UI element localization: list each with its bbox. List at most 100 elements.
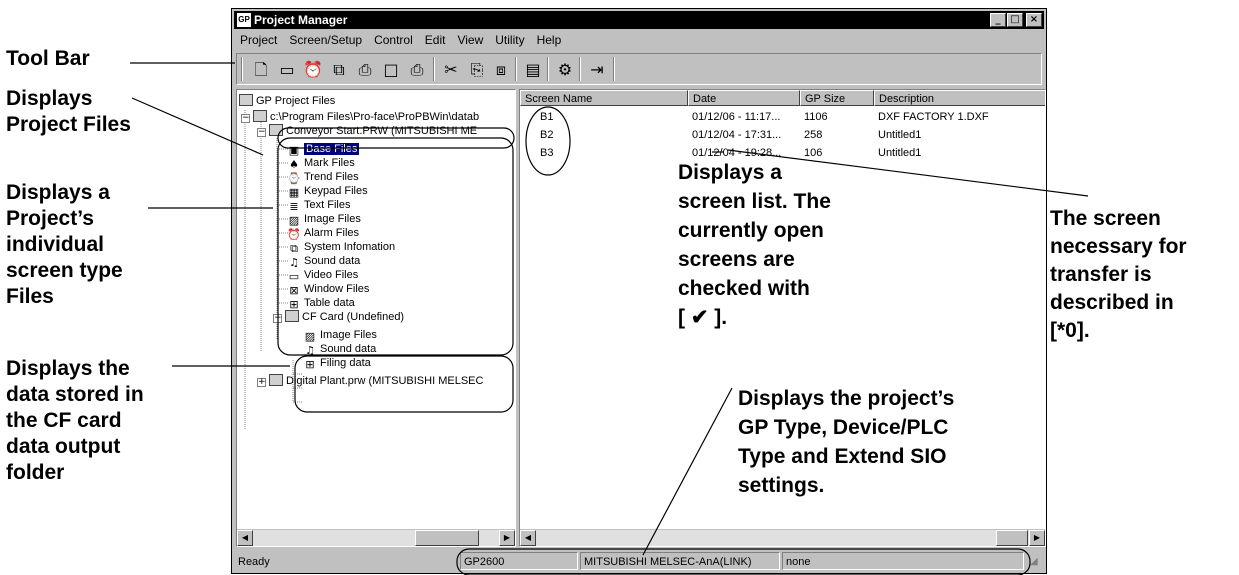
alarm-clock-icon[interactable]: ⏰ [303, 60, 323, 80]
column-description[interactable]: Description [874, 90, 1045, 106]
status-text: Ready [238, 556, 270, 568]
tree-item-window-files[interactable]: ⊠ Window Files [287, 282, 370, 297]
tree-cf-filing-data[interactable]: ⊞ Filing data [303, 356, 371, 371]
transfer-icon[interactable]: ⎙ [355, 60, 375, 80]
status-gp-type: GP2600 [460, 552, 578, 570]
row-1-date: 01/12/06 - 11:17... [692, 111, 781, 123]
row-1-name[interactable]: B1 [540, 110, 553, 124]
row-1-desc: DXF FACTORY 1.DXF [878, 111, 989, 123]
row-3-name[interactable]: B3 [540, 146, 553, 160]
scroll-right-icon[interactable]: ▶ [499, 530, 515, 546]
menu-view[interactable]: View [451, 31, 489, 49]
folder-icon [269, 374, 283, 386]
menu-project[interactable]: Project [234, 31, 283, 49]
scroll-left-icon[interactable]: ◀ [237, 530, 253, 546]
tree-item-label: Image Files [304, 213, 361, 225]
tree-path[interactable]: c:\Program Files\Pro-face\ProPBWin\datab [253, 110, 479, 124]
tree-item-label: Sound data [304, 255, 361, 267]
menu-control[interactable]: Control [368, 31, 419, 49]
row-2-date: 01/12/04 - 17:31... [692, 129, 782, 141]
tree-item-label: Trend Files [304, 171, 359, 183]
title-bar[interactable]: GP Project Manager _ □ × [234, 11, 1044, 29]
toolbar-separator [547, 57, 549, 81]
tree-item-text-files[interactable]: ≣ Text Files [287, 198, 351, 213]
app-icon: GP [237, 13, 251, 27]
print-icon[interactable]: ⎙ [407, 60, 427, 80]
toolbar-separator [579, 57, 581, 81]
column-screen-name[interactable]: Screen Name [520, 90, 688, 106]
tree-item-sound-data[interactable]: ♫ Sound data [287, 254, 361, 269]
screen-icon[interactable]: □ [381, 60, 401, 80]
scroll-left-icon[interactable]: ◀ [520, 530, 536, 546]
row-1-size: 1106 [804, 111, 828, 123]
tree-project-conveyor[interactable]: Conveyor Start.PRW (MITSUBISHI ME [269, 124, 477, 138]
expand-icon[interactable]: + [257, 378, 266, 387]
tree-item-table-data[interactable]: ⊞ Table data [287, 296, 355, 311]
toolbar-separator [613, 57, 615, 81]
scroll-thumb[interactable] [415, 530, 479, 546]
exit-icon[interactable]: ⇥ [587, 60, 607, 80]
tree-item-video-files[interactable]: ▭ Video Files [287, 268, 359, 283]
tree-item-base-files[interactable]: ▣ Base Files [287, 142, 360, 157]
tree-item-label: Video Files [304, 269, 359, 281]
horizontal-scrollbar[interactable]: ◀ ▶ [520, 529, 1045, 546]
folder-icon [253, 110, 267, 122]
scroll-right-icon[interactable]: ▶ [1029, 530, 1045, 546]
tree-item-system-information[interactable]: ⧉ System Infomation [287, 240, 395, 255]
tree-project-label: Digital Plant.prw (MITSUBISHI MELSEC [286, 375, 484, 387]
tree-item-trend-files[interactable]: ⌚ Trend Files [287, 170, 359, 185]
copy-icon[interactable]: ⎘ [467, 60, 487, 80]
toolbar-separator [433, 57, 435, 81]
collapse-icon[interactable]: − [273, 314, 282, 323]
list-view-icon[interactable]: ▤ [523, 60, 543, 80]
paste-icon[interactable]: ⧈ [491, 60, 511, 80]
close-button[interactable]: × [1026, 13, 1042, 27]
resize-grip-icon[interactable]: ◢ [1030, 556, 1042, 568]
filing-data-icon: ⊞ [305, 358, 315, 371]
status-plc-type: MITSUBISHI MELSEC-AnA(LINK) [580, 552, 780, 570]
tree-item-label: Filing data [320, 357, 371, 369]
minimize-button[interactable]: _ [990, 13, 1006, 27]
tree-item-label: Alarm Files [304, 227, 360, 239]
collapse-icon[interactable]: − [241, 114, 250, 123]
tree-root[interactable]: GP Project Files [239, 94, 335, 108]
tree-item-label: Table data [304, 297, 355, 309]
settings-icon[interactable]: ⚙ [555, 60, 575, 80]
maximize-button[interactable]: □ [1007, 13, 1023, 27]
column-date[interactable]: Date [688, 90, 800, 106]
menu-help[interactable]: Help [531, 31, 568, 49]
tree-item-label: Image Files [320, 329, 377, 341]
tree-item-label: Base Files [304, 143, 360, 155]
row-2-size: 258 [804, 129, 823, 141]
tree-item-mark-files[interactable]: ♠ Mark Files [287, 156, 355, 171]
tree-cf-image-files[interactable]: ▨ Image Files [303, 328, 377, 343]
row-2-desc: Untitled1 [878, 129, 922, 141]
tree-item-label: Sound data [320, 343, 377, 355]
tree-cf-card[interactable]: CF Card (Undefined) [285, 310, 404, 324]
tree-item-alarm-files[interactable]: ⏰ Alarm Files [287, 226, 360, 241]
tree-item-image-files[interactable]: ▨ Image Files [287, 212, 361, 227]
menu-screen-setup[interactable]: Screen/Setup [283, 31, 368, 49]
window-icon[interactable]: ▭ [277, 60, 297, 80]
callout-settings: Displays the project’s GP Type, Device/P… [738, 387, 955, 497]
tree-project-digital-plant[interactable]: Digital Plant.prw (MITSUBISHI MELSEC [269, 374, 483, 388]
scroll-thumb[interactable] [996, 530, 1028, 546]
tree-cf-sound-data[interactable]: ♫ Sound data [303, 342, 377, 357]
new-file-icon[interactable]: 🗋 [251, 60, 271, 80]
cut-icon[interactable]: ✂ [441, 60, 461, 80]
folder-icon [239, 94, 253, 106]
window-title: Project Manager [254, 13, 348, 27]
project-info-icon[interactable]: ⧉ [329, 60, 349, 80]
collapse-icon[interactable]: − [257, 128, 266, 137]
tree-item-label: Text Files [304, 199, 351, 211]
menu-utility[interactable]: Utility [489, 31, 530, 49]
menu-edit[interactable]: Edit [419, 31, 452, 49]
project-tree-pane[interactable]: GP Project Files − c:\Program Files\Pro-… [236, 89, 516, 547]
tree-item-keypad-files[interactable]: ▦ Keypad Files [287, 184, 368, 199]
row-2-name[interactable]: B2 [540, 128, 553, 142]
column-gp-size[interactable]: GP Size [800, 90, 874, 106]
folder-icon [269, 124, 283, 136]
tree-item-label: Window Files [304, 283, 370, 295]
horizontal-scrollbar[interactable]: ◀ ▶ [237, 529, 515, 546]
row-3-desc: Untitled1 [878, 147, 922, 159]
